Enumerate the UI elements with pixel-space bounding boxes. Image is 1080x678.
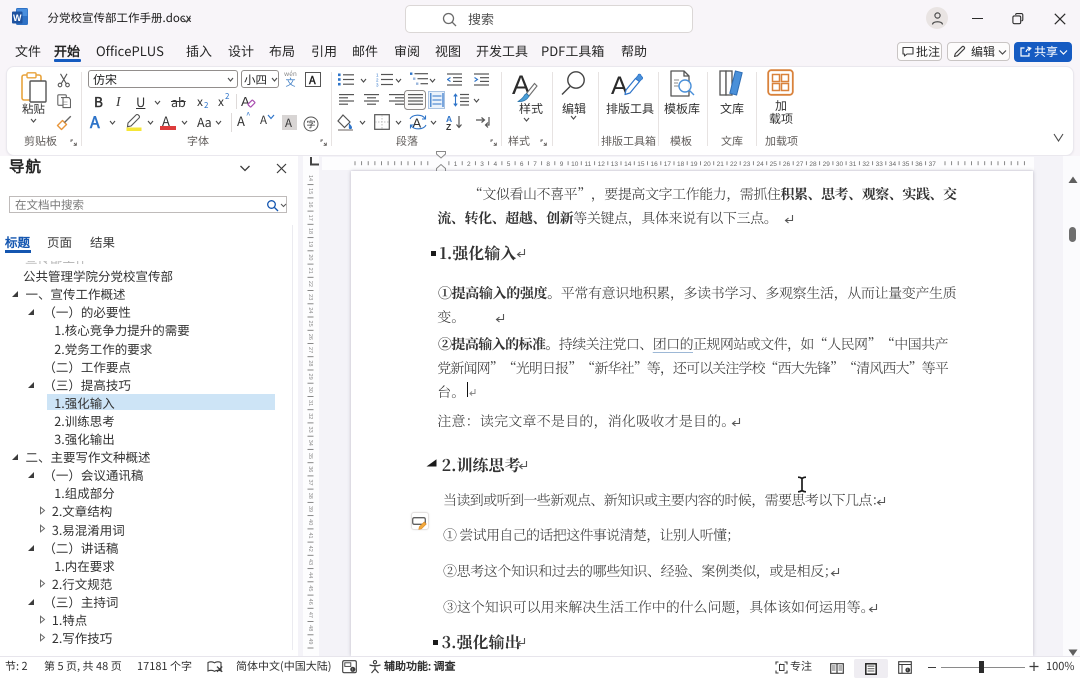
svg-text:22: 22: [730, 161, 738, 168]
svg-text:48: 48: [307, 625, 313, 631]
svg-text:Z: Z: [446, 122, 451, 130]
svg-text:39: 39: [307, 506, 313, 512]
svg-text:23: 23: [743, 161, 751, 168]
svg-text:19: 19: [690, 161, 698, 168]
svg-text:11: 11: [585, 161, 592, 168]
svg-text:23: 23: [307, 294, 313, 300]
svg-text:37: 37: [929, 161, 937, 168]
svg-text:28: 28: [307, 360, 313, 366]
svg-text:45: 45: [307, 585, 313, 591]
svg-text:44: 44: [307, 572, 313, 578]
svg-text:26: 26: [783, 161, 791, 168]
svg-text:18: 18: [307, 228, 313, 234]
svg-text:18: 18: [677, 161, 685, 168]
svg-text:33: 33: [876, 161, 884, 168]
svg-text:28: 28: [809, 161, 817, 168]
svg-text:15: 15: [637, 161, 645, 168]
svg-text:40: 40: [307, 519, 313, 525]
svg-text:20: 20: [703, 161, 711, 168]
svg-text:42: 42: [307, 546, 313, 552]
svg-text:21: 21: [307, 268, 313, 274]
svg-text:17: 17: [307, 215, 313, 221]
svg-text:33: 33: [307, 427, 313, 433]
svg-text:31: 31: [849, 161, 857, 168]
svg-text:8: 8: [546, 161, 550, 168]
svg-text:36: 36: [307, 466, 313, 472]
svg-text:16: 16: [650, 161, 658, 168]
svg-text:10: 10: [571, 161, 579, 168]
svg-text:14: 14: [624, 161, 632, 168]
svg-text:29: 29: [307, 374, 313, 380]
svg-text:25: 25: [770, 161, 778, 168]
svg-text:4: 4: [493, 161, 497, 168]
svg-text:20: 20: [307, 254, 313, 260]
svg-text:36: 36: [915, 161, 923, 168]
svg-text:19: 19: [307, 241, 313, 247]
svg-text:A: A: [241, 94, 250, 109]
svg-text:9: 9: [560, 161, 564, 168]
svg-text:24: 24: [756, 161, 764, 168]
svg-text:29: 29: [823, 161, 831, 168]
svg-text:21: 21: [717, 161, 725, 168]
svg-text:41: 41: [307, 532, 313, 538]
svg-text:16: 16: [307, 201, 313, 207]
svg-text:34: 34: [307, 440, 313, 446]
svg-text:26: 26: [307, 334, 313, 340]
svg-text:2: 2: [467, 161, 471, 168]
svg-text:24: 24: [307, 307, 313, 313]
svg-text:字: 字: [307, 118, 316, 131]
svg-text:30: 30: [836, 161, 844, 168]
svg-text:W: W: [13, 13, 22, 23]
svg-text:3: 3: [480, 161, 484, 168]
svg-text:12: 12: [598, 161, 606, 168]
svg-text:7: 7: [533, 161, 537, 168]
svg-text:34: 34: [889, 161, 897, 168]
svg-text:37: 37: [307, 479, 313, 485]
svg-text:14: 14: [307, 175, 313, 181]
svg-text:25: 25: [307, 321, 313, 327]
svg-text:1: 1: [454, 161, 458, 168]
svg-text:17: 17: [664, 161, 672, 168]
svg-text:32: 32: [862, 161, 870, 168]
svg-text:27: 27: [796, 161, 804, 168]
svg-text:3: 3: [376, 83, 379, 88]
svg-text:31: 31: [307, 400, 313, 406]
svg-text:35: 35: [307, 453, 313, 459]
svg-text:49: 49: [307, 638, 313, 644]
svg-text:27: 27: [307, 347, 313, 353]
svg-text:13: 13: [611, 161, 619, 168]
svg-text:30: 30: [307, 387, 313, 393]
svg-text:22: 22: [307, 281, 313, 287]
svg-text:47: 47: [307, 612, 313, 618]
svg-text:35: 35: [902, 161, 910, 168]
svg-text:15: 15: [307, 188, 313, 194]
svg-text:46: 46: [307, 599, 313, 605]
svg-text:43: 43: [307, 559, 313, 565]
svg-text:6: 6: [520, 161, 524, 168]
svg-text:38: 38: [307, 493, 313, 499]
svg-text:5: 5: [507, 161, 511, 168]
svg-text:32: 32: [307, 413, 313, 419]
